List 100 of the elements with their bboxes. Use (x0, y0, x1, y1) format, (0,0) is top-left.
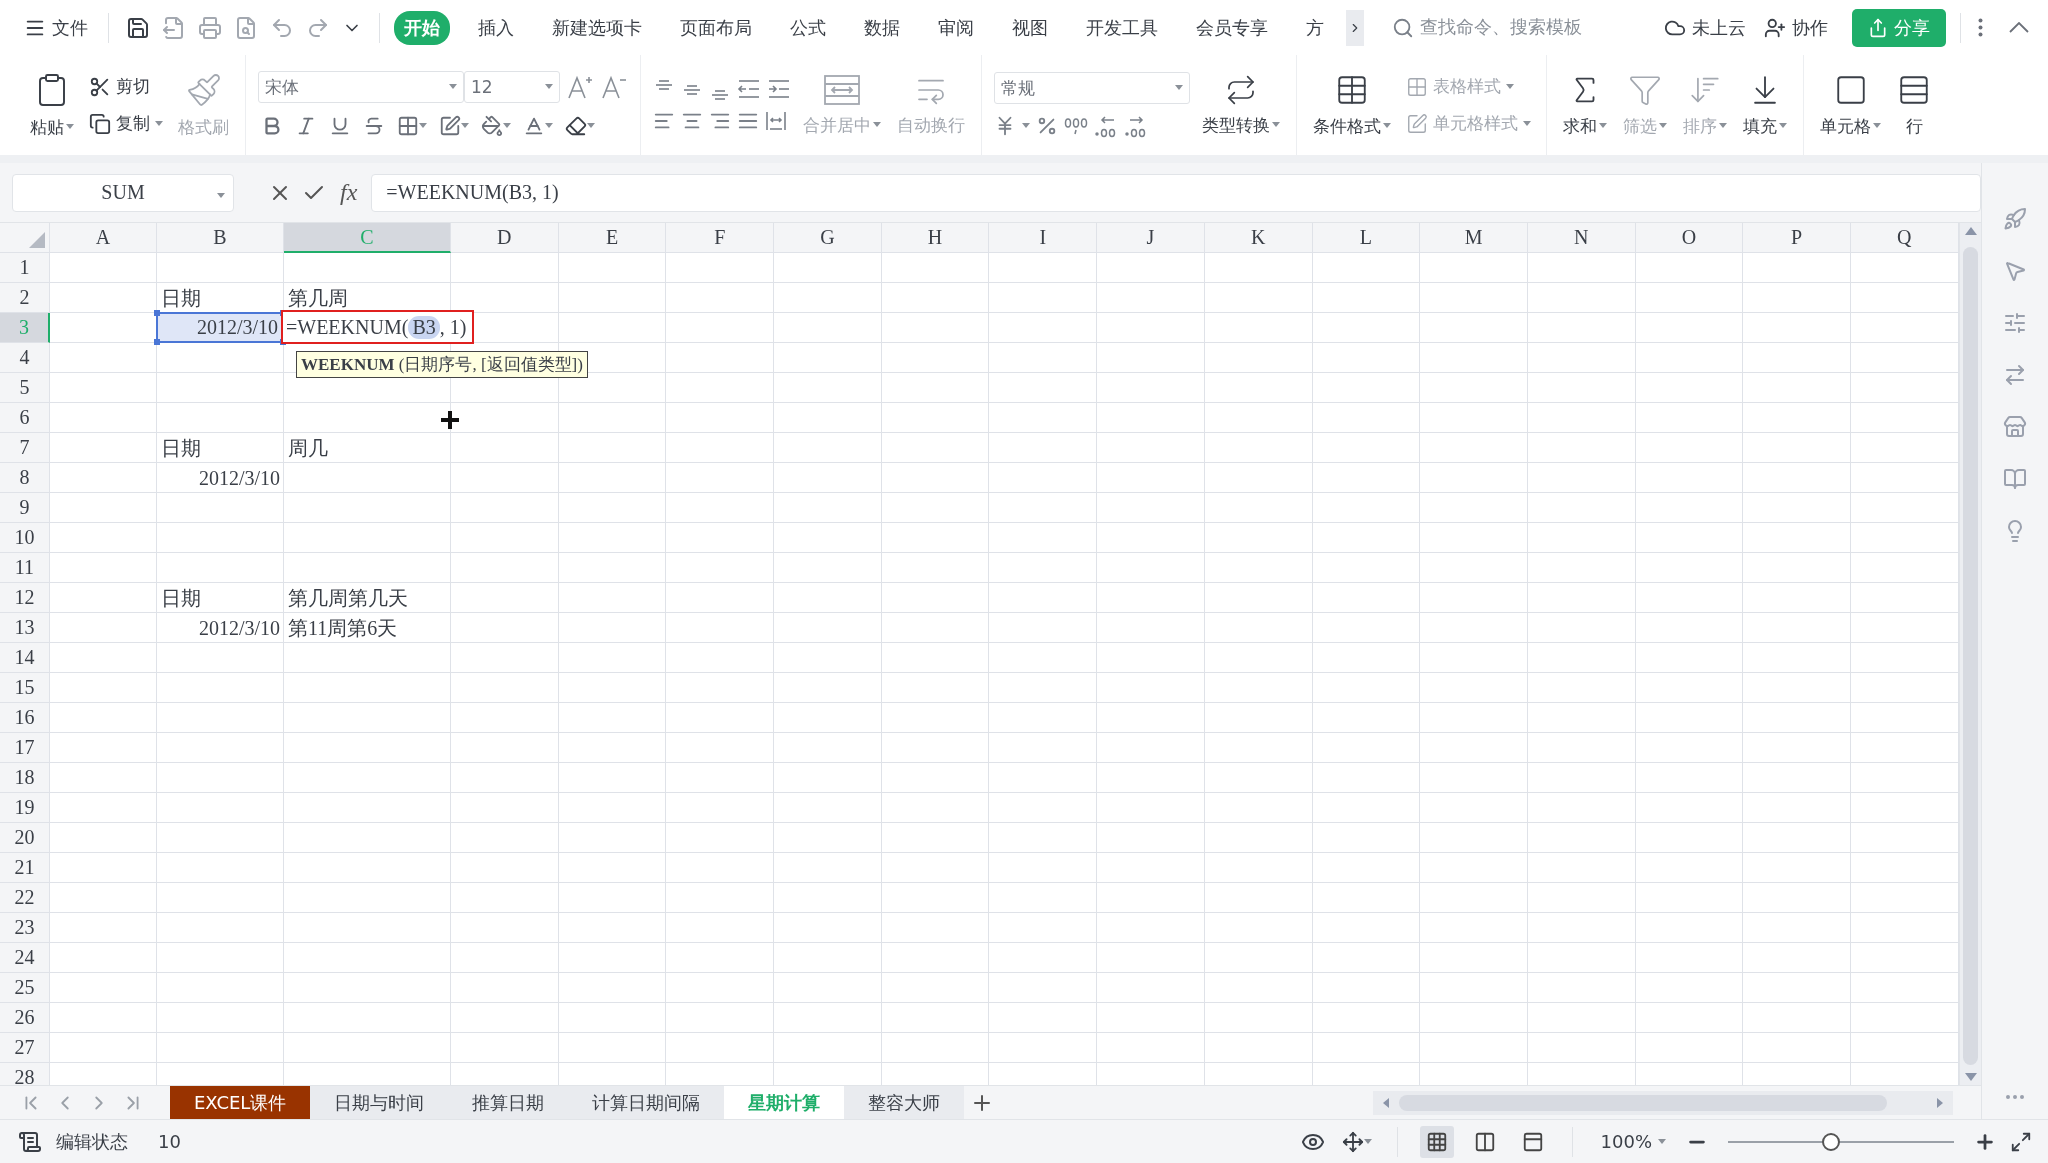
file-menu[interactable]: 文件 (18, 11, 94, 44)
row-header[interactable]: 16 (0, 703, 50, 733)
font-name-field[interactable]: 宋体 (258, 71, 464, 103)
copy-button[interactable]: 复制 (86, 110, 166, 137)
sheet-tab[interactable]: 推算日期 (448, 1086, 569, 1119)
insert-function-button[interactable]: fx (336, 179, 362, 206)
zoom-level-button[interactable]: 100% (1594, 1127, 1672, 1156)
scroll-up-icon[interactable] (1964, 227, 1977, 235)
book-icon[interactable] (2003, 467, 2027, 491)
decimal-decrease-icon[interactable] (1124, 114, 1148, 138)
scroll-right-icon[interactable] (1937, 1097, 1943, 1108)
column-header[interactable]: N (1527, 223, 1636, 253)
type-convert-button[interactable]: 类型转换 (1198, 71, 1284, 139)
percent-icon[interactable] (1036, 115, 1058, 137)
column-header[interactable]: O (1635, 223, 1744, 253)
font-grow-icon[interactable] (566, 74, 594, 100)
collaborate-button[interactable]: 协作 (1758, 11, 1835, 44)
row-header[interactable]: 4 (0, 343, 50, 373)
pointer-icon[interactable] (2003, 259, 2027, 283)
row-header[interactable]: 26 (0, 1003, 50, 1033)
horizontal-scrollbar[interactable] (1373, 1090, 1953, 1115)
column-header[interactable]: Q (1850, 223, 1959, 253)
rocket-icon[interactable] (2003, 207, 2027, 231)
row-header[interactable]: 27 (0, 1033, 50, 1063)
sheet-tab[interactable]: EXCEL课件 (170, 1086, 311, 1119)
name-box[interactable]: SUM (12, 173, 234, 212)
column-header[interactable]: M (1420, 223, 1528, 253)
row-header[interactable]: 25 (0, 973, 50, 1003)
paste-button[interactable]: 粘贴 (26, 69, 78, 141)
row-header[interactable]: 24 (0, 943, 50, 973)
indent-increase-icon[interactable] (767, 78, 791, 100)
row-header[interactable]: 11 (0, 553, 50, 583)
macro-icon[interactable] (18, 1129, 42, 1154)
sheet-tab[interactable]: 计算日期间隔 (568, 1086, 725, 1119)
distribute-icon[interactable] (765, 110, 787, 132)
font-shrink-icon[interactable] (600, 74, 628, 100)
column-header[interactable]: I (989, 223, 1098, 253)
cells-button[interactable]: 单元格 (1816, 70, 1885, 140)
thousands-separator-icon[interactable] (1064, 115, 1088, 137)
row-header[interactable]: 23 (0, 913, 50, 943)
slider-thumb[interactable] (1821, 1132, 1840, 1151)
row-header[interactable]: 2 (0, 283, 50, 313)
row-header[interactable]: 12 (0, 583, 50, 613)
row-header[interactable]: 1 (0, 253, 50, 283)
row-header[interactable]: 18 (0, 763, 50, 793)
ribbon-tab[interactable]: 新建选项卡 (541, 10, 652, 45)
cloud-status-button[interactable]: 未上云 (1658, 11, 1753, 44)
ribbon-tab[interactable]: 公式 (779, 10, 836, 45)
scroll-left-icon[interactable] (1383, 1097, 1389, 1108)
column-header[interactable]: F (666, 223, 775, 253)
row-header[interactable]: 7 (0, 433, 50, 463)
row-header[interactable]: 15 (0, 673, 50, 703)
column-header[interactable]: L (1312, 223, 1421, 253)
column-header[interactable]: J (1097, 223, 1205, 253)
ribbon-tab[interactable]: 开发工具 (1075, 10, 1168, 45)
conditional-format-button[interactable]: 条件格式 (1309, 70, 1395, 140)
ribbon-tab[interactable]: 页面布局 (669, 10, 762, 45)
sheet-tab[interactable]: 日期与时间 (310, 1086, 449, 1119)
search-field[interactable]: 查找命令、搜索模板 (1391, 16, 1647, 39)
column-header[interactable]: P (1743, 223, 1851, 253)
row-header[interactable]: 9 (0, 493, 50, 523)
ribbon-tab[interactable]: 插入 (467, 10, 524, 45)
column-header[interactable]: K (1204, 223, 1313, 253)
view-button[interactable] (1419, 1125, 1454, 1158)
number-format-field[interactable]: 常规 (994, 72, 1190, 104)
cells-button[interactable]: 行 (1893, 70, 1935, 140)
column-header[interactable]: B (157, 223, 284, 253)
cell-editor[interactable]: =WEEKNUM( B3 , 1) (281, 310, 475, 344)
editing-button[interactable]: 求和 (1559, 70, 1611, 140)
row-header[interactable]: 10 (0, 523, 50, 553)
row-header[interactable]: 5 (0, 373, 50, 403)
row-header[interactable]: 17 (0, 733, 50, 763)
column-header[interactable]: D (451, 223, 559, 253)
row-header[interactable]: 19 (0, 793, 50, 823)
ribbon-tab[interactable]: 方 (1295, 10, 1334, 45)
ribbon-tab[interactable]: 视图 (1001, 10, 1058, 45)
sheet-tab[interactable]: 整容大师 (844, 1086, 965, 1119)
indent-decrease-icon[interactable] (737, 78, 761, 100)
row-header[interactable]: 14 (0, 643, 50, 673)
sliders-icon[interactable] (2003, 311, 2027, 335)
cut-button[interactable]: 剪切 (86, 73, 166, 100)
column-header[interactable]: G (774, 223, 882, 253)
row-header[interactable]: 6 (0, 403, 50, 433)
swap-icon[interactable] (2003, 363, 2027, 387)
decimal-increase-icon[interactable] (1094, 114, 1118, 138)
row-header[interactable]: 20 (0, 823, 50, 853)
ribbon-tab[interactable]: 会员专享 (1185, 10, 1278, 45)
column-header[interactable]: H (881, 223, 990, 253)
ribbon-tab[interactable]: 数据 (853, 10, 910, 45)
row-header[interactable]: 8 (0, 463, 50, 493)
formula-field[interactable]: =WEEKNUM(B3, 1) (371, 173, 1981, 212)
store-icon[interactable] (2003, 415, 2027, 439)
row-header[interactable]: 22 (0, 883, 50, 913)
font-size-field[interactable]: 12 (464, 71, 560, 103)
ribbon-tab[interactable]: 审阅 (927, 10, 984, 45)
column-header[interactable]: A (50, 223, 157, 253)
vertical-scrollbar[interactable] (1959, 223, 1981, 1085)
column-header[interactable]: E (558, 223, 667, 253)
editing-button[interactable]: 填充 (1739, 70, 1791, 140)
fullscreen-icon[interactable] (2010, 1130, 2032, 1153)
